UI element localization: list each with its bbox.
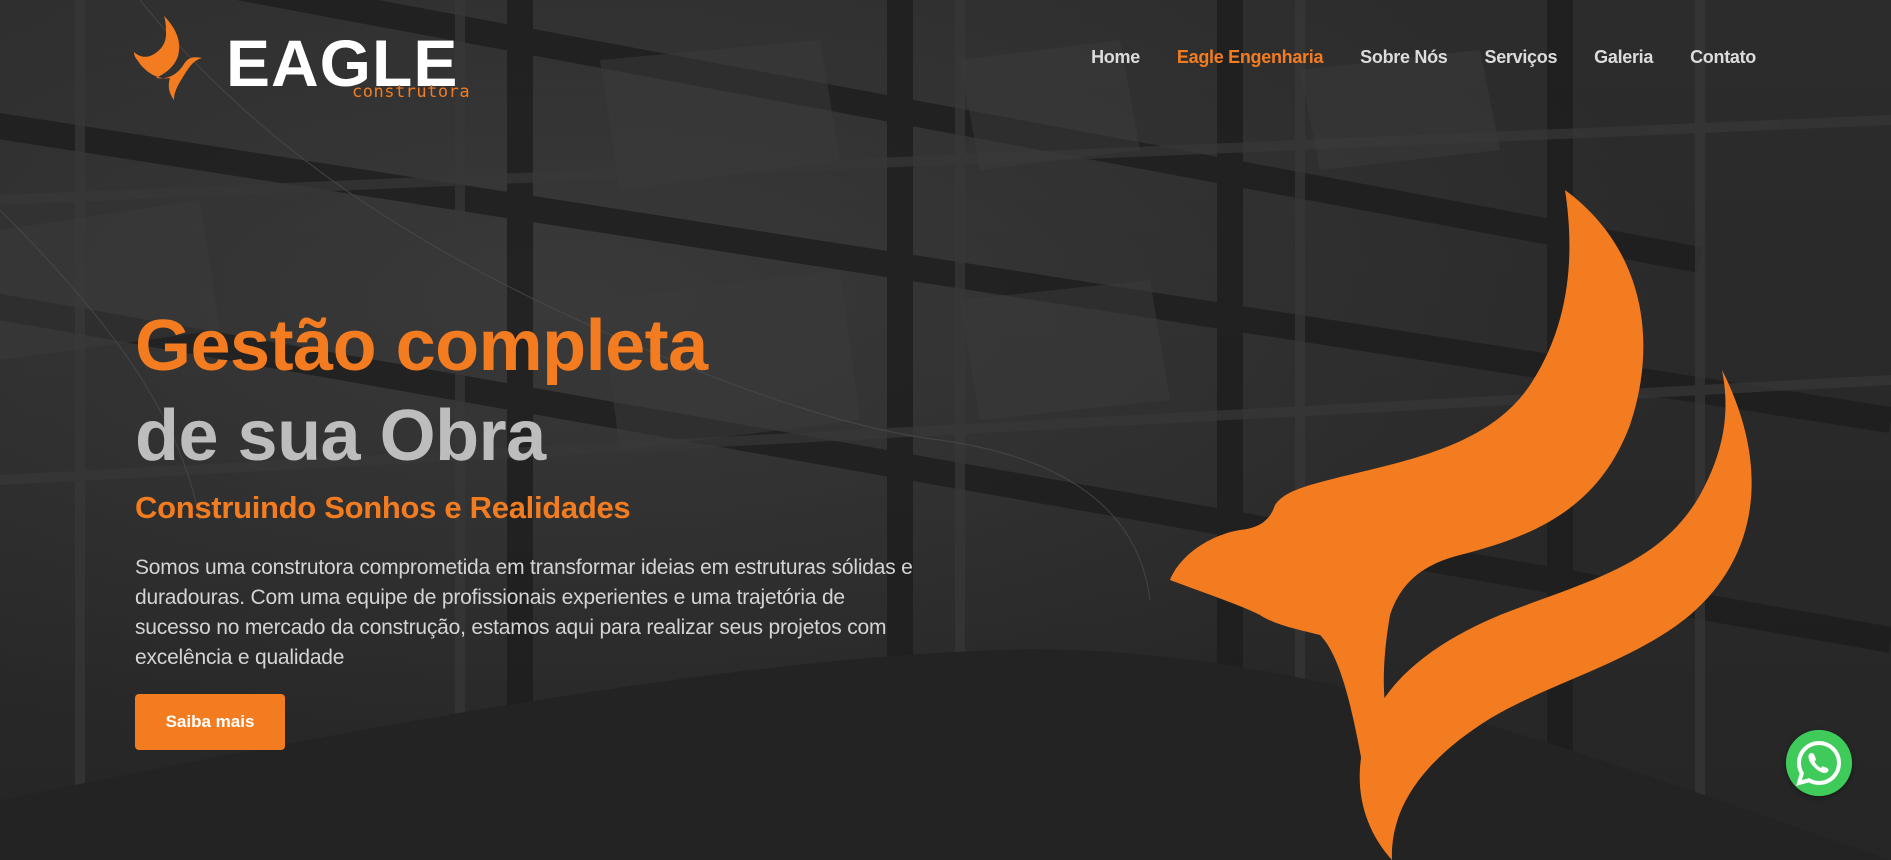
whatsapp-icon <box>1786 730 1852 796</box>
nav-item-sobre-nos[interactable]: Sobre Nós <box>1360 47 1448 68</box>
whatsapp-button[interactable] <box>1786 730 1852 796</box>
nav-item-home[interactable]: Home <box>1091 47 1140 68</box>
eagle-flame-icon <box>134 16 202 100</box>
brand-tagline: construtora <box>352 82 471 102</box>
hero-subtitle: Construindo Sonhos e Realidades <box>135 490 631 525</box>
saiba-mais-button[interactable]: Saiba mais <box>135 694 285 750</box>
hero-title-line1: Gestão completa <box>135 306 708 386</box>
hero-title-line2: de sua Obra <box>135 396 546 476</box>
nav-item-galeria[interactable]: Galeria <box>1594 47 1653 68</box>
nav-item-eagle-engenharia[interactable]: Eagle Engenharia <box>1177 47 1324 68</box>
hero-description: Somos uma construtora comprometida em tr… <box>135 556 913 669</box>
nav-item-servicos[interactable]: Serviços <box>1485 47 1558 68</box>
brand-logo[interactable]: EAGLE construtora <box>134 16 470 106</box>
eagle-flame-icon <box>1170 190 1752 860</box>
nav-item-contato[interactable]: Contato <box>1690 47 1756 68</box>
main-nav: Home Eagle Engenharia Sobre Nós Serviços… <box>1054 47 1756 68</box>
